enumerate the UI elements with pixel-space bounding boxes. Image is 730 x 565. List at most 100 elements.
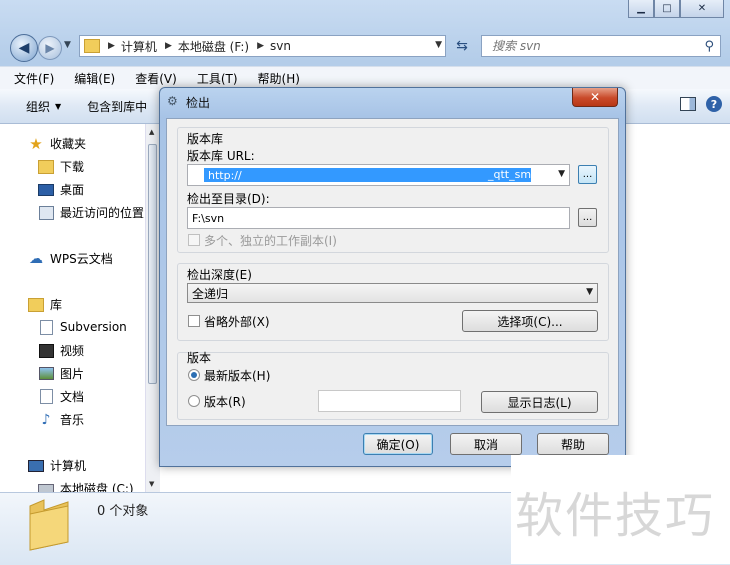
nav-label: Subversion — [60, 320, 127, 334]
desktop-icon — [38, 182, 54, 198]
repo-url-label: 版本库 URL: — [187, 149, 255, 163]
help-label: 帮助 — [560, 437, 585, 452]
chevron-down-icon: ▼ — [55, 101, 62, 111]
menu-file[interactable]: 文件(F) — [14, 70, 54, 87]
ok-button[interactable]: 确定(O) — [363, 433, 433, 455]
navigation-scrollbar[interactable]: ▲ ▼ — [145, 124, 160, 492]
nav-recent[interactable]: 最近访问的位置 — [38, 204, 144, 221]
scrollbar-thumb[interactable] — [148, 144, 157, 384]
nav-libraries[interactable]: 库 — [28, 296, 62, 313]
refresh-button[interactable]: ⇆ — [450, 35, 474, 57]
address-bar[interactable]: ▶ 计算机 ▶ 本地磁盘 (F:) ▶ svn ▼ — [79, 35, 446, 57]
include-library-label: 包含到库中 — [87, 99, 148, 114]
multi-wc-checkbox[interactable] — [188, 234, 200, 246]
menu-help[interactable]: 帮助(H) — [258, 70, 300, 87]
minimize-button[interactable]: ▁ — [628, 0, 654, 18]
library-icon — [28, 297, 44, 313]
subversion-library-icon — [38, 319, 54, 335]
folder-icon — [84, 39, 100, 53]
nav-music[interactable]: ♪ 音乐 — [38, 411, 84, 428]
maximize-button[interactable]: □ — [654, 0, 680, 18]
document-icon — [38, 389, 54, 405]
chevron-down-icon[interactable]: ▼ — [558, 169, 565, 179]
depth-label: 检出深度(E) — [187, 268, 252, 282]
nav-label: 下载 — [60, 160, 85, 174]
repository-group-label: 版本库 — [187, 132, 224, 146]
toolbar-right: ? — [680, 96, 722, 112]
nav-label: 库 — [50, 298, 63, 312]
dir-browse-button[interactable]: ... — [578, 208, 597, 227]
show-log-button[interactable]: 显示日志(L) — [481, 391, 598, 413]
back-button[interactable]: ◀ — [10, 34, 38, 62]
menu-edit[interactable]: 编辑(E) — [74, 70, 115, 87]
chevron-down-icon: ▼ — [586, 287, 593, 297]
depth-select[interactable]: 全递归 ▼ — [187, 283, 598, 303]
multi-wc-label: 多个、独立的工作副本(I) — [204, 234, 337, 248]
menu-tools[interactable]: 工具(T) — [197, 70, 238, 87]
search-icon[interactable]: ⚲ — [704, 39, 714, 54]
choose-items-button[interactable]: 选择项(C)... — [462, 310, 598, 332]
omit-externals-label: 省略外部(X) — [204, 315, 270, 329]
repo-browse-button[interactable]: ... — [578, 165, 597, 184]
organize-button[interactable]: 组织 ▼ — [26, 98, 61, 115]
breadcrumb-separator-icon: ▶ — [164, 41, 172, 51]
nav-wps-cloud[interactable]: ☁ WPS云文档 — [28, 250, 113, 267]
nav-computer[interactable]: 计算机 — [28, 457, 86, 474]
breadcrumb-svn[interactable]: svn — [270, 39, 291, 53]
preview-pane-icon[interactable] — [680, 97, 696, 111]
checkout-dialog: ⚙ 检出 ✕ 版本库 版本库 URL: http:// _qtt_sms ▼ .… — [159, 87, 626, 467]
menu-view[interactable]: 查看(V) — [135, 70, 177, 87]
head-revision-radio[interactable] — [188, 369, 200, 381]
nav-videos[interactable]: 视频 — [38, 342, 84, 359]
repository-group: 版本库 版本库 URL: http:// _qtt_sms ▼ ... 检出至目… — [177, 127, 609, 253]
dialog-close-button[interactable]: ✕ — [572, 88, 618, 107]
folder-large-icon — [29, 499, 69, 551]
scroll-down-icon[interactable]: ▼ — [149, 480, 154, 488]
menu-bar: 文件(F) 编辑(E) 查看(V) 工具(T) 帮助(H) — [0, 66, 730, 89]
minimize-icon: ▁ — [637, 3, 645, 14]
ok-label: 确定(O) — [376, 437, 420, 452]
revision-input[interactable] — [318, 390, 461, 412]
nav-label: 视频 — [60, 344, 85, 358]
scroll-up-icon[interactable]: ▲ — [149, 128, 154, 136]
refresh-icon: ⇆ — [456, 38, 468, 54]
nav-downloads[interactable]: 下载 — [38, 158, 84, 175]
tortoisesvn-icon: ⚙ — [167, 94, 178, 108]
omit-externals-checkbox[interactable] — [188, 315, 200, 327]
nav-label: 文档 — [60, 390, 85, 404]
repo-url-tail-text: _qtt_sms — [488, 168, 537, 181]
nav-label: WPS云文档 — [50, 252, 113, 266]
help-button[interactable]: 帮助 — [537, 433, 609, 455]
include-library-button[interactable]: 包含到库中 — [87, 98, 147, 115]
nav-label: 图片 — [60, 367, 85, 381]
history-dropdown-button[interactable]: ▼ — [64, 40, 71, 50]
revision-group-label: 版本 — [187, 351, 212, 365]
checkout-depth-group: 检出深度(E) 全递归 ▼ 省略外部(X) 选择项(C)... — [177, 263, 609, 341]
repo-url-combo[interactable]: http:// _qtt_sms ▼ — [187, 164, 570, 186]
selection-highlight — [204, 168, 531, 182]
checkout-dir-input[interactable]: F:\svn — [187, 207, 570, 229]
nav-subversion[interactable]: Subversion — [38, 319, 127, 335]
breadcrumb-computer[interactable]: 计算机 — [121, 38, 157, 55]
browse-label: ... — [582, 212, 593, 223]
music-note-icon: ♪ — [41, 411, 51, 428]
nav-label: 计算机 — [50, 459, 87, 473]
breadcrumb-local-disk[interactable]: 本地磁盘 (F:) — [178, 38, 249, 55]
star-icon: ★ — [29, 134, 43, 153]
nav-pictures[interactable]: 图片 — [38, 365, 84, 382]
revision-radio[interactable] — [188, 395, 200, 407]
nav-label: 收藏夹 — [50, 137, 87, 151]
dialog-body: 版本库 版本库 URL: http:// _qtt_sms ▼ ... 检出至目… — [166, 118, 619, 426]
search-box[interactable]: ⚲ — [481, 35, 721, 57]
search-input[interactable] — [490, 38, 694, 54]
item-count: 0 个对象 — [97, 504, 149, 519]
nav-desktop[interactable]: 桌面 — [38, 181, 84, 198]
help-icon[interactable]: ? — [706, 96, 722, 112]
nav-documents[interactable]: 文档 — [38, 388, 84, 405]
address-dropdown-icon[interactable]: ▼ — [435, 40, 442, 50]
nav-favorites[interactable]: ★ 收藏夹 — [28, 134, 87, 153]
cancel-button[interactable]: 取消 — [450, 433, 522, 455]
depth-value: 全递归 — [192, 286, 229, 301]
window-close-button[interactable]: ✕ — [680, 0, 724, 18]
forward-button[interactable]: ▶ — [38, 36, 62, 60]
